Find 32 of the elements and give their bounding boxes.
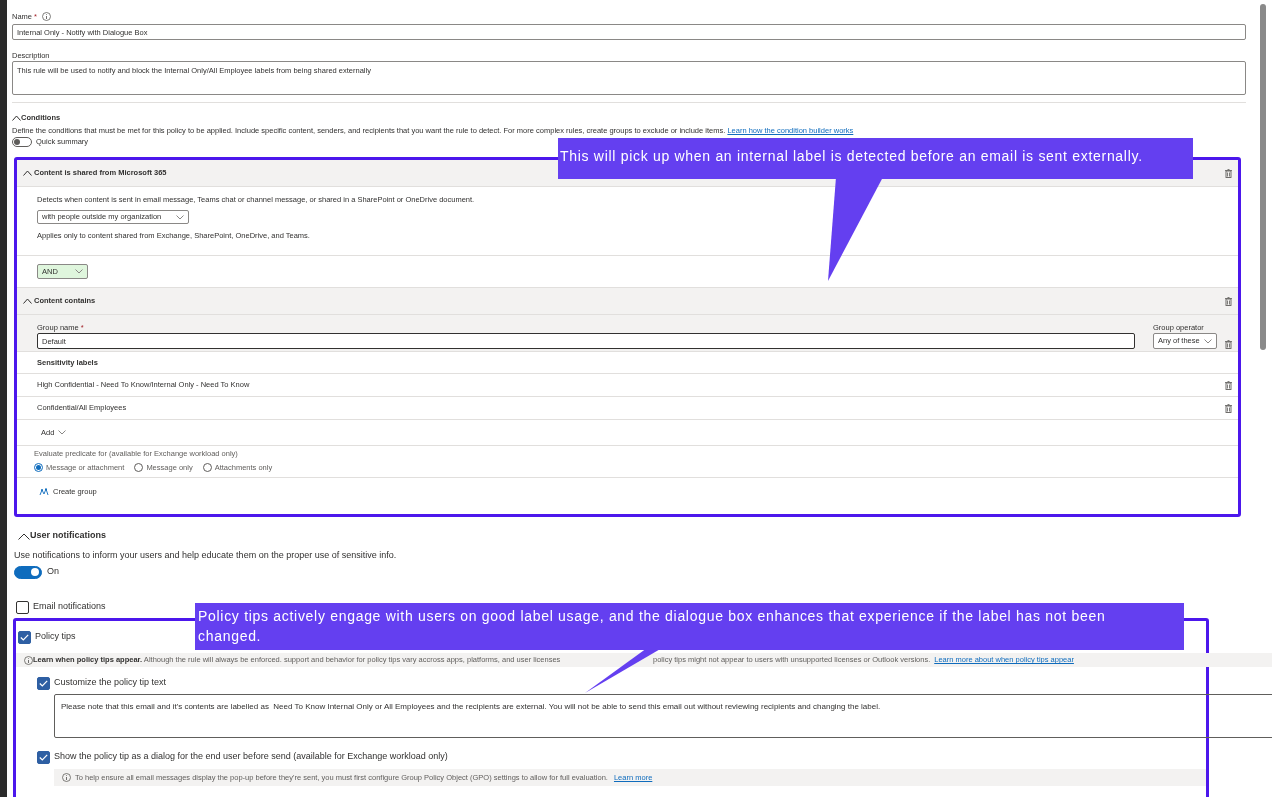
collapse-chevron-icon[interactable]: [18, 532, 30, 540]
checkbox[interactable]: [37, 750, 50, 764]
checkbox[interactable]: [16, 600, 29, 614]
chevron-down-icon: [58, 430, 67, 435]
checkbox-label: Email notifications: [33, 600, 106, 614]
checkbox-label: Show the policy tip as a dialog for the end user before send (available for Exchange workload only): [54, 750, 448, 764]
collapse-chevron-icon[interactable]: [23, 298, 32, 304]
toggle-switch[interactable]: [12, 136, 32, 147]
delete-icon[interactable]: [1225, 380, 1232, 390]
group-icon: [39, 488, 49, 496]
collapse-chevron-icon[interactable]: [23, 170, 32, 176]
policy-tip-text-field[interactable]: Please note that this email and it's contents are labelled as Need To Know Internal Only or All Employees and the recipients are external. You will not be able to send this email out without reviewing recipients and changing the label.: [54, 694, 1272, 738]
checkbox-label: Customize the policy tip text: [54, 676, 167, 690]
checkbox-label: Policy tips: [35, 630, 76, 644]
checkbox[interactable]: [18, 630, 31, 644]
collapse-chevron-icon[interactable]: [12, 115, 21, 121]
delete-icon[interactable]: [1225, 168, 1232, 178]
scrollbar-thumb[interactable]: [1260, 4, 1266, 350]
toggle-switch[interactable]: [14, 565, 42, 579]
info-icon[interactable]: [42, 12, 51, 21]
chevron-down-icon: [1204, 338, 1212, 344]
chevron-down-icon: [75, 269, 83, 274]
delete-icon[interactable]: [1225, 340, 1232, 349]
delete-icon[interactable]: [1225, 403, 1232, 413]
info-icon: [62, 773, 71, 782]
description-text: Use notifications to inform your users and help educate them on the proper use of sensitive info.: [13, 549, 398, 561]
toggle-label: On: [47, 565, 59, 579]
checkbox[interactable]: [37, 676, 50, 690]
info-icon: [24, 655, 33, 665]
delete-icon[interactable]: [1225, 296, 1232, 306]
section-title: User notifications: [30, 529, 106, 543]
chevron-down-icon: [176, 214, 184, 220]
